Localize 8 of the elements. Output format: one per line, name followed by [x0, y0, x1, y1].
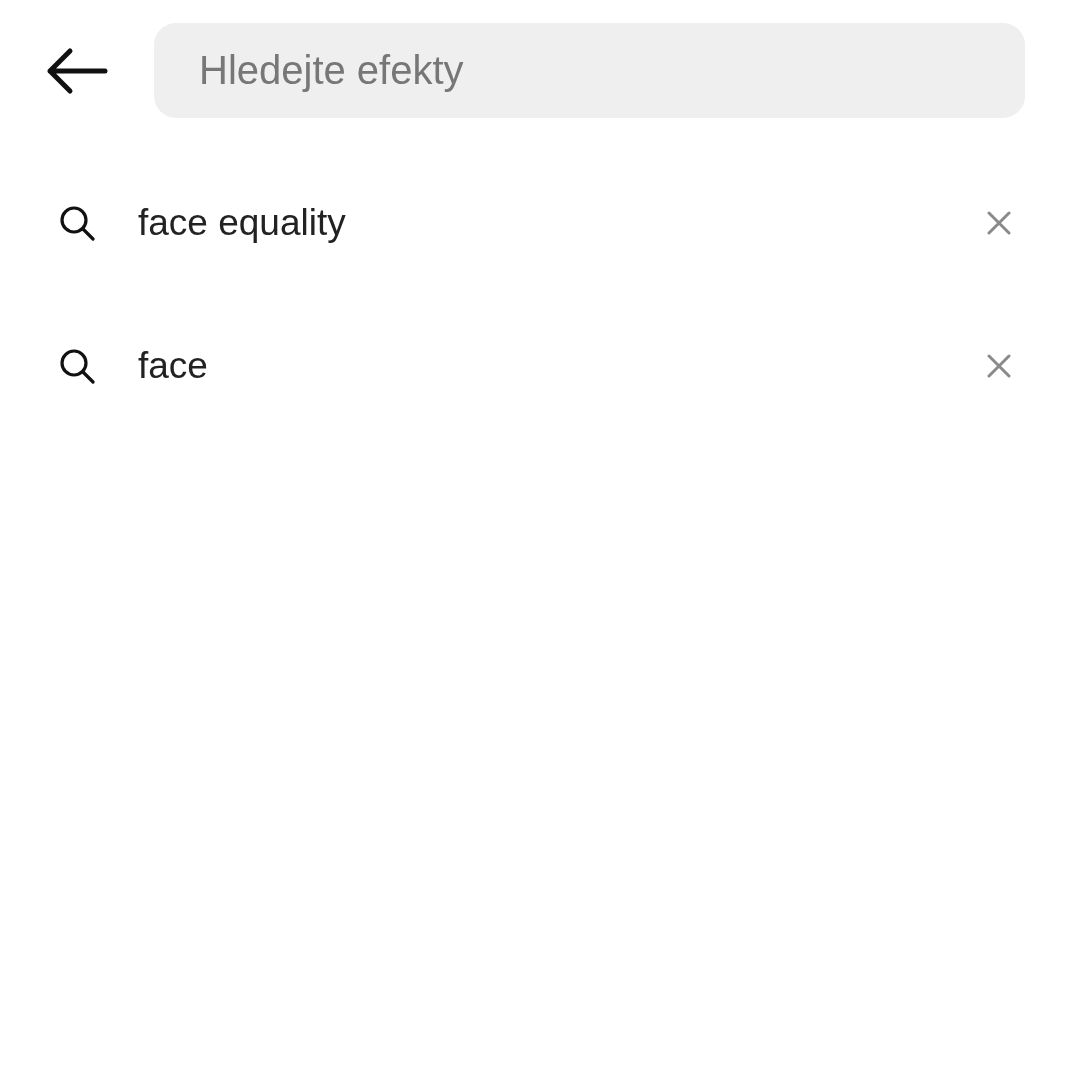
recent-search-item[interactable]: face equality — [138, 201, 987, 244]
search-icon — [59, 347, 95, 384]
back-arrow-icon[interactable] — [46, 46, 108, 95]
search-field[interactable]: Hledejte efekty — [154, 23, 1025, 118]
recent-search-item[interactable]: face — [138, 344, 987, 387]
search-icon — [59, 204, 95, 241]
close-icon[interactable] — [987, 210, 1011, 235]
close-icon[interactable] — [987, 353, 1011, 378]
